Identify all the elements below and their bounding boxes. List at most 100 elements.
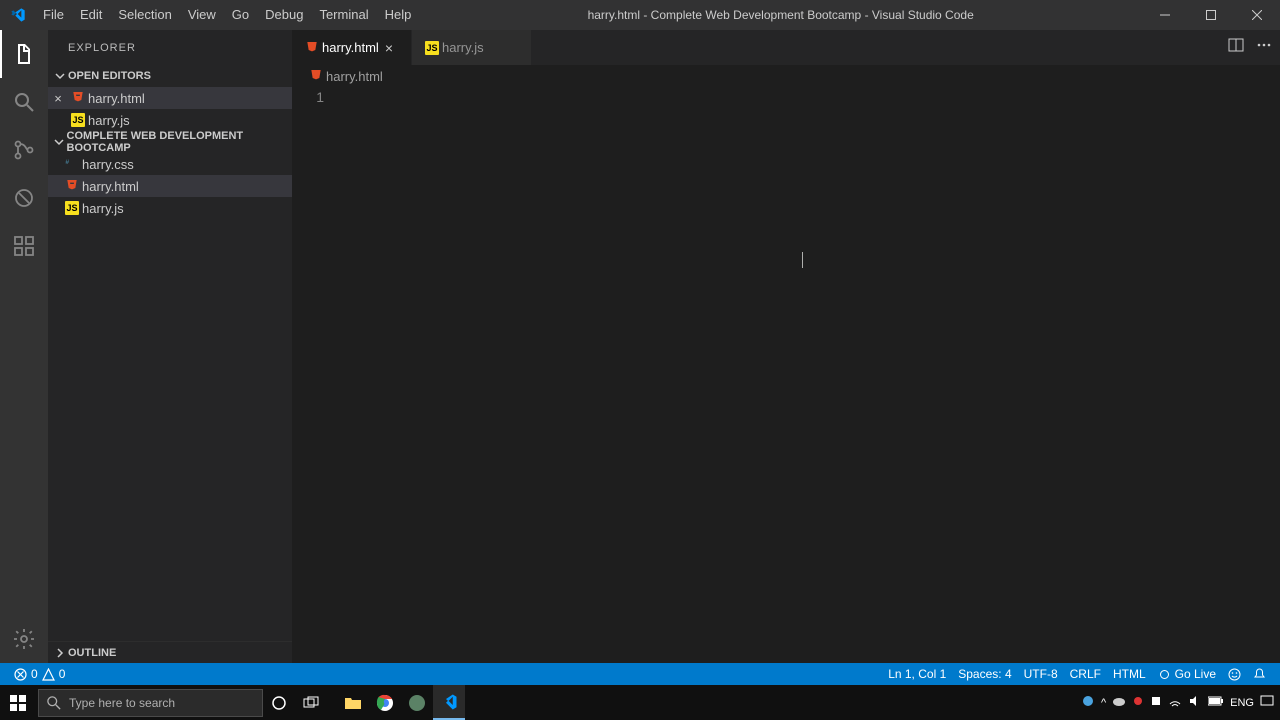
status-problems[interactable]: 0 0 xyxy=(8,667,71,681)
html-file-icon xyxy=(302,40,322,56)
activity-explorer-icon[interactable] xyxy=(0,30,48,78)
js-file-icon: JS xyxy=(68,113,88,127)
outline-label: OUTLINE xyxy=(68,647,116,659)
status-bar: 0 0 Ln 1, Col 1 Spaces: 4 UTF-8 CRLF HTM… xyxy=(0,663,1280,685)
line-number: 1 xyxy=(292,89,324,105)
vscode-logo-icon xyxy=(0,7,35,23)
tab-harry-html[interactable]: harry.html × xyxy=(292,30,412,65)
activity-search-icon[interactable] xyxy=(0,78,48,126)
activity-scm-icon[interactable] xyxy=(0,126,48,174)
status-position[interactable]: Ln 1, Col 1 xyxy=(882,667,952,681)
outline-header[interactable]: OUTLINE xyxy=(48,641,292,663)
browser-icon[interactable] xyxy=(401,685,433,720)
main-area: EXPLORER OPEN EDITORS × harry.html JS ha… xyxy=(0,30,1280,663)
tab-bar: harry.html × JS harry.js xyxy=(292,30,1280,65)
open-editors-label: OPEN EDITORS xyxy=(68,70,151,82)
line-number-gutter: 1 xyxy=(292,87,342,663)
file-name: harry.html xyxy=(82,179,139,194)
menu-selection[interactable]: Selection xyxy=(110,0,179,30)
close-button[interactable] xyxy=(1234,0,1280,30)
tab-actions xyxy=(1220,30,1280,65)
js-file-icon: JS xyxy=(422,41,442,55)
workspace-files: # harry.css harry.html JS harry.js xyxy=(48,153,292,219)
vscode-taskbar-icon[interactable] xyxy=(433,685,465,720)
search-icon xyxy=(47,696,61,710)
search-placeholder: Type here to search xyxy=(69,696,175,710)
editor-area: harry.html × JS harry.js harry.html 1 xyxy=(292,30,1280,663)
menu-go[interactable]: Go xyxy=(224,0,257,30)
file-item[interactable]: # harry.css xyxy=(48,153,292,175)
tray-language[interactable]: ENG xyxy=(1230,697,1254,709)
file-item[interactable]: JS harry.js xyxy=(48,197,292,219)
status-language[interactable]: HTML xyxy=(1107,667,1152,681)
chevron-right-icon xyxy=(55,645,65,661)
window-title: harry.html - Complete Web Development Bo… xyxy=(419,8,1142,22)
tray-battery-icon[interactable] xyxy=(1208,696,1224,709)
tray-onedrive-icon[interactable] xyxy=(1112,694,1126,711)
html-file-icon xyxy=(62,178,82,194)
error-count: 0 xyxy=(31,667,38,681)
status-encoding[interactable]: UTF-8 xyxy=(1018,667,1064,681)
tray-network-icon[interactable] xyxy=(1168,694,1182,711)
text-editor[interactable]: 1 xyxy=(292,87,1280,663)
breadcrumbs[interactable]: harry.html xyxy=(292,65,1280,87)
close-icon[interactable]: × xyxy=(50,91,66,106)
menu-debug[interactable]: Debug xyxy=(257,0,311,30)
activity-settings-icon[interactable] xyxy=(0,615,48,663)
task-view-icon[interactable] xyxy=(295,685,327,720)
status-bell-icon[interactable] xyxy=(1247,667,1272,681)
file-name: harry.css xyxy=(82,157,134,172)
css-file-icon: # xyxy=(62,156,82,172)
minimize-button[interactable] xyxy=(1142,0,1188,30)
file-item[interactable]: harry.html xyxy=(48,175,292,197)
taskbar-search[interactable]: Type here to search xyxy=(38,689,263,717)
tab-harry-js[interactable]: JS harry.js xyxy=(412,30,532,65)
tray-action-center-icon[interactable] xyxy=(1260,694,1274,711)
menu-file[interactable]: File xyxy=(35,0,72,30)
tray-chevron-icon[interactable]: ^ xyxy=(1101,697,1106,709)
html-file-icon xyxy=(68,90,88,106)
file-name: harry.html xyxy=(88,91,145,106)
text-cursor xyxy=(802,252,803,268)
activity-debug-icon[interactable] xyxy=(0,174,48,222)
start-button[interactable] xyxy=(0,685,36,720)
tray-record-icon[interactable] xyxy=(1132,695,1144,710)
open-editor-item[interactable]: JS harry.js xyxy=(48,109,292,131)
workspace-label: COMPLETE WEB DEVELOPMENT BOOTCAMP xyxy=(67,130,288,154)
tray-stop-icon[interactable] xyxy=(1150,695,1162,710)
open-editor-item[interactable]: × harry.html xyxy=(48,87,292,109)
cortana-icon[interactable] xyxy=(263,685,295,720)
svg-text:#: # xyxy=(65,159,69,166)
code-area[interactable] xyxy=(342,87,1280,663)
menu-help[interactable]: Help xyxy=(377,0,420,30)
open-editors-list: × harry.html JS harry.js xyxy=(48,87,292,131)
status-golive[interactable]: Go Live xyxy=(1152,667,1222,681)
split-editor-icon[interactable] xyxy=(1228,37,1244,58)
chrome-icon[interactable] xyxy=(369,685,401,720)
status-feedback-icon[interactable] xyxy=(1222,667,1247,681)
menu-view[interactable]: View xyxy=(180,0,224,30)
activity-extensions-icon[interactable] xyxy=(0,222,48,270)
warning-count: 0 xyxy=(59,667,66,681)
tray-weather-icon[interactable] xyxy=(1081,694,1095,711)
open-editors-header[interactable]: OPEN EDITORS xyxy=(48,65,292,87)
chevron-down-icon xyxy=(52,137,67,147)
file-explorer-icon[interactable] xyxy=(337,685,369,720)
close-icon[interactable]: × xyxy=(385,40,393,56)
system-tray: ^ ENG xyxy=(1081,694,1280,711)
file-name: harry.js xyxy=(88,113,130,128)
more-icon[interactable] xyxy=(1256,37,1272,58)
breadcrumb-file: harry.html xyxy=(326,69,383,84)
title-bar: File Edit Selection View Go Debug Termin… xyxy=(0,0,1280,30)
tab-label: harry.html xyxy=(322,40,379,55)
sidebar-title: EXPLORER xyxy=(48,30,292,65)
workspace-header[interactable]: COMPLETE WEB DEVELOPMENT BOOTCAMP xyxy=(48,131,292,153)
menu-bar: File Edit Selection View Go Debug Termin… xyxy=(35,0,419,30)
tray-volume-icon[interactable] xyxy=(1188,694,1202,711)
html-file-icon xyxy=(306,68,326,84)
status-spaces[interactable]: Spaces: 4 xyxy=(952,667,1017,681)
menu-terminal[interactable]: Terminal xyxy=(311,0,376,30)
status-eol[interactable]: CRLF xyxy=(1064,667,1107,681)
menu-edit[interactable]: Edit xyxy=(72,0,110,30)
maximize-button[interactable] xyxy=(1188,0,1234,30)
